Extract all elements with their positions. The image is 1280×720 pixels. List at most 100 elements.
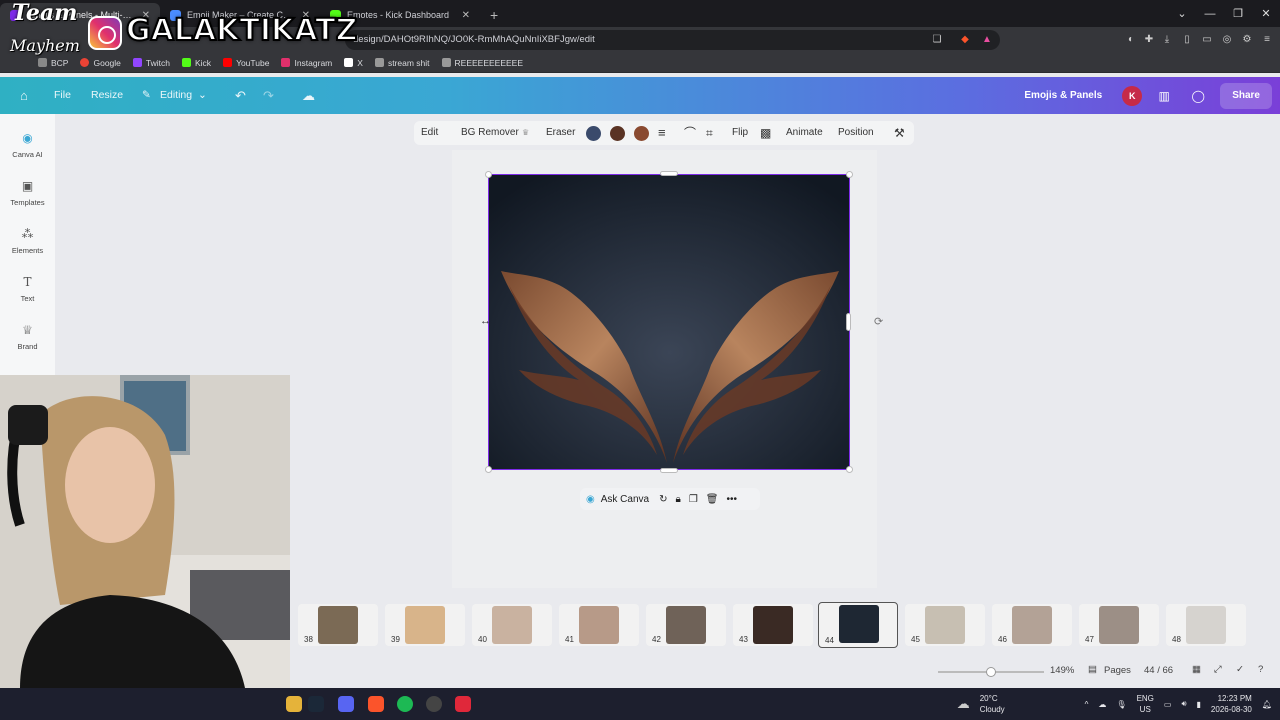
brave-browser-icon[interactable] — [368, 696, 384, 712]
spotify-icon[interactable] — [397, 696, 413, 712]
browser-tab-emoji-maker[interactable]: Emoji Maker – Create Custom Emojis ✕ — [160, 3, 320, 27]
page-thumb-45[interactable]: 45 — [905, 604, 985, 646]
crop-icon[interactable]: ⌗ — [706, 121, 713, 145]
share-button[interactable]: Share — [1220, 82, 1272, 109]
rail-item-text[interactable]: T Text — [0, 274, 55, 303]
puzzle-icon[interactable]: ✚ — [1142, 33, 1156, 47]
rail-item-brand[interactable]: ♕ Brand — [0, 322, 55, 351]
page-thumb-38[interactable]: 38 — [298, 604, 378, 646]
undo-icon[interactable]: ↶ — [235, 77, 246, 114]
page-thumb-39[interactable]: 39 — [385, 604, 465, 646]
position-button[interactable]: Position — [838, 121, 874, 145]
battery-icon[interactable]: ▮ — [1197, 700, 1201, 709]
new-tab-plus-icon[interactable]: + — [480, 7, 508, 27]
flip-button[interactable]: Flip — [732, 121, 748, 145]
home-icon[interactable]: ⌂ — [20, 77, 28, 114]
eraser-button[interactable]: Eraser — [546, 121, 575, 145]
zoom-level[interactable]: 149% — [1050, 665, 1074, 676]
sidebar-icon[interactable]: ▯ — [1180, 33, 1194, 47]
selected-image-wings[interactable] — [488, 174, 850, 470]
chevron-down-icon[interactable]: ⌄ — [198, 77, 207, 114]
editing-menu[interactable]: Editing — [160, 77, 192, 114]
bookmark-kick[interactable]: Kick — [182, 58, 211, 68]
brave-shield-icon[interactable]: ◆ — [958, 33, 972, 47]
rail-item-canva-ai[interactable]: ◉ Canva AI — [0, 130, 55, 159]
clock[interactable]: 12:23 PM 2026-08-30 — [1211, 693, 1252, 715]
bg-remover-button[interactable]: BG Remover — [461, 121, 519, 145]
paint-roller-icon[interactable]: ⚒ — [894, 121, 905, 145]
page-thumb-46[interactable]: 46 — [992, 604, 1072, 646]
page-thumb-42[interactable]: 42 — [646, 604, 726, 646]
network-icon[interactable]: ▭ — [1164, 700, 1172, 709]
close-tab-icon[interactable]: ✕ — [142, 10, 150, 21]
transparency-icon[interactable]: ▩ — [760, 121, 771, 145]
page-thumb-41[interactable]: 41 — [559, 604, 639, 646]
file-menu[interactable]: File — [54, 77, 71, 114]
browser-tab-kick[interactable]: Emotes - Kick Dashboard ✕ — [320, 3, 480, 27]
minimize-icon[interactable]: — — [1196, 8, 1224, 20]
top-resize-handle[interactable] — [660, 171, 678, 176]
edit-button[interactable]: Edit — [421, 121, 438, 145]
weather-widget[interactable]: 20°C Cloudy — [980, 693, 1005, 715]
pages-button[interactable]: Pages — [1104, 665, 1131, 676]
rewards-triangle-icon[interactable]: ▲ — [980, 33, 994, 47]
bookmark-reee[interactable]: REEEEEEEEEEE — [441, 58, 523, 68]
close-tab-icon[interactable]: ✕ — [462, 10, 470, 21]
page-thumb-43[interactable]: 43 — [733, 604, 813, 646]
more-options-icon[interactable]: ••• — [726, 494, 737, 505]
wallet-icon[interactable]: ▭ — [1200, 33, 1214, 47]
corner-handle-bl[interactable] — [485, 466, 492, 473]
tray-chevron-up-icon[interactable]: ^ — [1085, 700, 1089, 709]
lock-icon[interactable]: 🔒︎ — [675, 494, 680, 505]
fullscreen-icon[interactable]: ⤢ — [1214, 664, 1222, 675]
browser-tab-canva[interactable]: Emojis & Panels - Multi-design ✕ — [0, 3, 160, 27]
close-window-icon[interactable]: ✕ — [1252, 7, 1280, 20]
border-style-icon[interactable]: ≡ — [658, 121, 666, 145]
rotate-icon[interactable]: ⟳ — [874, 315, 883, 328]
duplicate-icon[interactable]: ❐ — [689, 494, 698, 505]
close-tab-icon[interactable]: ✕ — [302, 10, 310, 21]
insights-chart-icon[interactable]: ▥ — [1152, 84, 1176, 108]
color-swatch-3[interactable] — [634, 126, 649, 141]
corner-rounding-icon[interactable]: ⌒ — [684, 121, 696, 145]
bookmark-instagram[interactable]: Instagram — [281, 58, 332, 68]
bookmark-stream-shit[interactable]: stream shit — [374, 58, 430, 68]
avatar[interactable]: K — [1122, 85, 1143, 106]
help-icon[interactable]: ? — [1258, 664, 1263, 675]
bookmark-twitch[interactable]: Twitch — [132, 58, 170, 68]
download-icon[interactable]: ⤓ — [1160, 33, 1174, 47]
bookmark-youtube[interactable]: YouTube — [223, 58, 269, 68]
page-thumb-48[interactable]: 48 — [1166, 604, 1246, 646]
settings-gear-icon[interactable]: ⚙ — [1240, 33, 1254, 47]
zoom-slider-knob[interactable] — [986, 667, 996, 677]
page-thumb-47[interactable]: 47 — [1079, 604, 1159, 646]
corner-handle-tl[interactable] — [485, 171, 492, 178]
rail-item-elements[interactable]: ⁂ Elements — [0, 226, 55, 255]
steam-icon[interactable] — [308, 696, 324, 712]
bottom-resize-handle[interactable] — [660, 468, 678, 473]
bookmark-bcp[interactable]: BCP — [38, 58, 68, 68]
file-explorer-icon[interactable] — [286, 696, 302, 712]
app-red-icon[interactable] — [455, 696, 471, 712]
color-swatch-1[interactable] — [586, 126, 601, 141]
notification-icon[interactable]: 🔔︎ — [1262, 700, 1272, 709]
language-indicator[interactable]: ENG US — [1137, 693, 1154, 715]
corner-handle-br[interactable] — [846, 466, 853, 473]
discord-icon[interactable] — [338, 696, 354, 712]
tab-search-chevron-icon[interactable]: ⌄ — [1168, 7, 1196, 20]
comment-add-icon[interactable]: ↻ — [659, 494, 667, 505]
bookmark-x[interactable]: X — [344, 58, 363, 68]
right-resize-handle[interactable] — [846, 313, 851, 331]
grid-view-icon[interactable]: ▦ — [1192, 664, 1201, 675]
redo-icon[interactable]: ↷ — [263, 77, 274, 114]
page-thumb-44[interactable]: 44 — [818, 602, 898, 648]
resize-menu[interactable]: Resize — [91, 77, 123, 114]
volume-icon[interactable]: 🔊︎ — [1181, 699, 1186, 709]
trash-icon[interactable]: 🗑︎ — [706, 494, 719, 505]
bookmark-google[interactable]: Google — [80, 58, 121, 68]
page-thumb-40[interactable]: 40 — [472, 604, 552, 646]
restore-icon[interactable]: ❐ — [1224, 7, 1252, 20]
animate-button[interactable]: Animate — [786, 121, 823, 145]
corner-handle-tr[interactable] — [846, 171, 853, 178]
extension-icon[interactable]: ◐ — [1124, 33, 1138, 47]
